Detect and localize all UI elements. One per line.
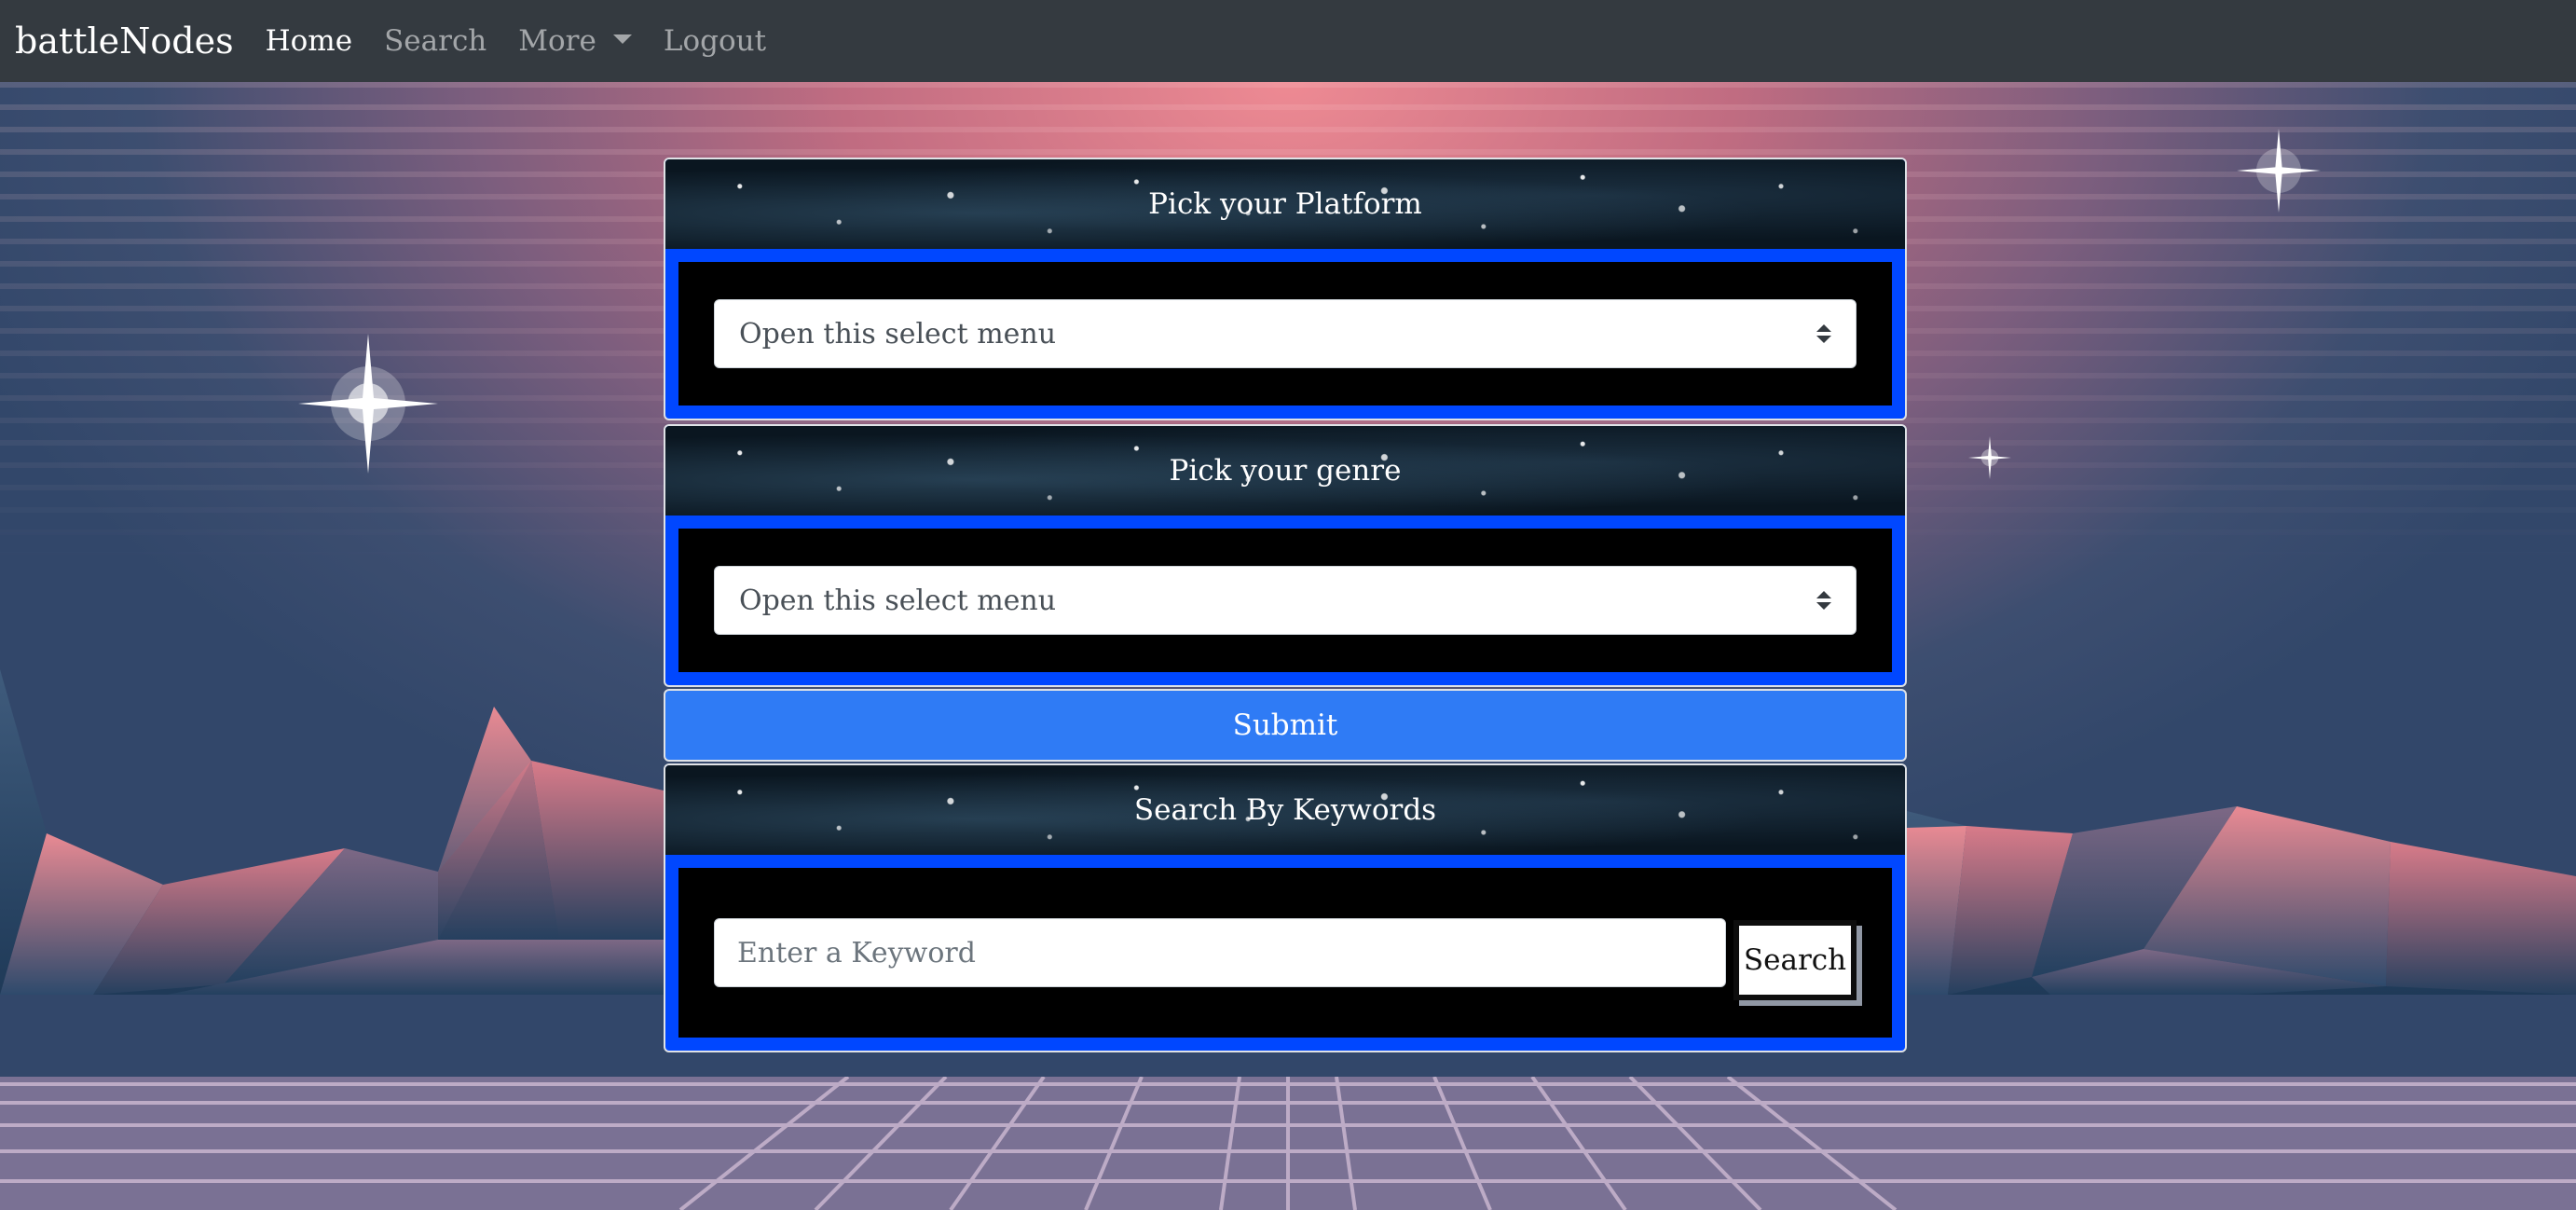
retro-grid-floor [0,1077,2576,1210]
top-navbar: battleNodes Home Search More Logout [0,0,2576,82]
keyword-input-placeholder: Enter a Keyword [737,936,976,969]
nav-logout-link[interactable]: Logout [664,24,766,58]
keyword-input[interactable]: Enter a Keyword [714,918,1726,987]
nav-more-dropdown[interactable]: More [518,24,632,58]
platform-select[interactable]: Open this select menu [714,299,1857,368]
genre-select-panel: Open this select menu [678,529,1892,672]
keyword-search-row: Enter a Keyword Search [714,905,1857,1000]
genre-card-title: Pick your genre [665,426,1905,516]
platform-card-title: Pick your Platform [665,159,1905,249]
platform-card-body: Open this select menu [665,249,1905,419]
genre-select[interactable]: Open this select menu [714,566,1857,635]
keyword-card-title: Search By Keywords [665,765,1905,855]
submit-button[interactable]: Submit [664,689,1907,762]
nav-more-label: More [518,24,596,58]
genre-card-body: Open this select menu [665,516,1905,685]
brand-link[interactable]: battleNodes [15,21,234,62]
genre-card: Pick your genre Open this select menu [664,424,1907,687]
chevron-down-icon [612,34,632,44]
sparkle-star-icon [298,334,438,474]
keyword-card: Search By Keywords Enter a Keyword Searc… [664,763,1907,1052]
select-arrows-icon [1816,591,1831,610]
keyword-card-body: Enter a Keyword Search [665,855,1905,1051]
nav-search-link[interactable]: Search [384,24,486,58]
genre-select-value: Open this select menu [739,584,1057,617]
sparkle-star-icon [2237,129,2321,213]
sparkle-star-icon [1968,436,2011,479]
select-arrows-icon [1816,324,1831,343]
search-form: Pick your Platform Open this select menu… [664,158,1907,1052]
platform-select-value: Open this select menu [739,317,1057,351]
platform-select-panel: Open this select menu [678,262,1892,406]
keyword-search-button[interactable]: Search [1733,920,1857,1000]
keyword-search-panel: Enter a Keyword Search [678,868,1892,1038]
nav-home-link[interactable]: Home [266,24,352,58]
platform-card: Pick your Platform Open this select menu [664,158,1907,420]
